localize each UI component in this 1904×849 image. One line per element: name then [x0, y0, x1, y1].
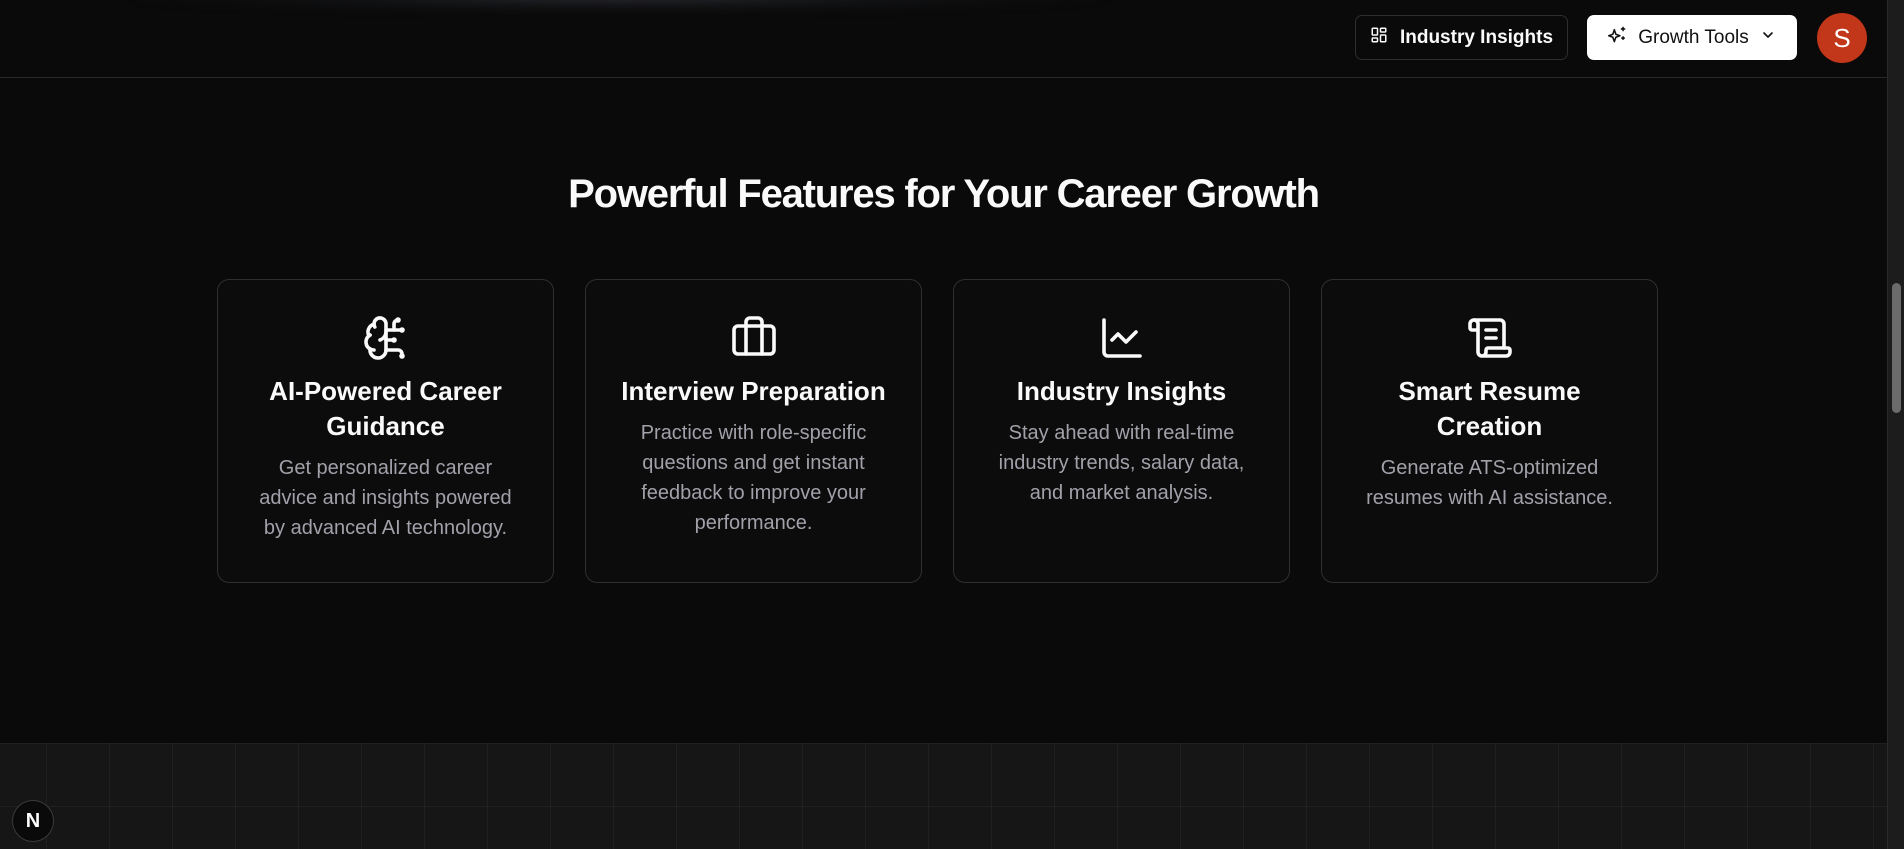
growth-tools-dropdown-button[interactable]: Growth Tools: [1587, 15, 1797, 60]
section-title: Powerful Features for Your Career Growth: [568, 172, 1320, 216]
line-chart-icon: [1098, 314, 1146, 362]
dashboard-icon: [1370, 26, 1388, 50]
chevron-down-icon: [1760, 27, 1776, 49]
briefcase-icon: [730, 314, 778, 362]
feature-description: Stay ahead with real-time industry trend…: [998, 422, 1245, 504]
user-avatar[interactable]: S: [1817, 13, 1867, 63]
feature-description: Get personalized career advice and insig…: [259, 457, 512, 539]
avatar-initial: S: [1833, 22, 1851, 53]
page-scrollbar[interactable]: [1887, 0, 1904, 849]
feature-card-ai-guidance: AI-Powered Career Guidance Get personali…: [217, 279, 554, 583]
brain-circuit-icon: [362, 314, 410, 362]
feature-card-smart-resume: Smart Resume Creation Generate ATS-optim…: [1321, 279, 1658, 583]
feature-title: Industry Insights: [1016, 376, 1227, 406]
feature-card-interview-prep: Interview Preparation Practice with role…: [585, 279, 922, 583]
scrollbar-thumb[interactable]: [1892, 283, 1901, 413]
nextjs-dev-badge[interactable]: N: [12, 800, 54, 842]
feature-card-industry-insights: Industry Insights Stay ahead with real-t…: [953, 279, 1290, 583]
header-glow: [130, 0, 1110, 10]
feature-cards: AI-Powered Career Guidance Get personali…: [217, 279, 1658, 583]
industry-insights-button[interactable]: Industry Insights: [1355, 15, 1568, 60]
sparkles-icon: [1608, 25, 1627, 50]
feature-title: AI-Powered Career Guidance: [269, 376, 502, 441]
industry-insights-label: Industry Insights: [1399, 26, 1554, 48]
feature-title: Interview Preparation: [621, 376, 886, 406]
nextjs-logo-icon: N: [25, 809, 41, 832]
feature-title: Smart Resume Creation: [1398, 376, 1581, 441]
growth-tools-label: Growth Tools: [1638, 26, 1749, 48]
feature-description: Generate ATS-optimized resumes with AI a…: [1366, 457, 1613, 509]
feature-description: Practice with role-specific questions an…: [640, 422, 867, 534]
scroll-text-icon: [1466, 314, 1514, 362]
top-navbar: Industry Insights Growth Tools S: [0, 0, 1887, 78]
next-section-grid-background: [0, 743, 1887, 849]
